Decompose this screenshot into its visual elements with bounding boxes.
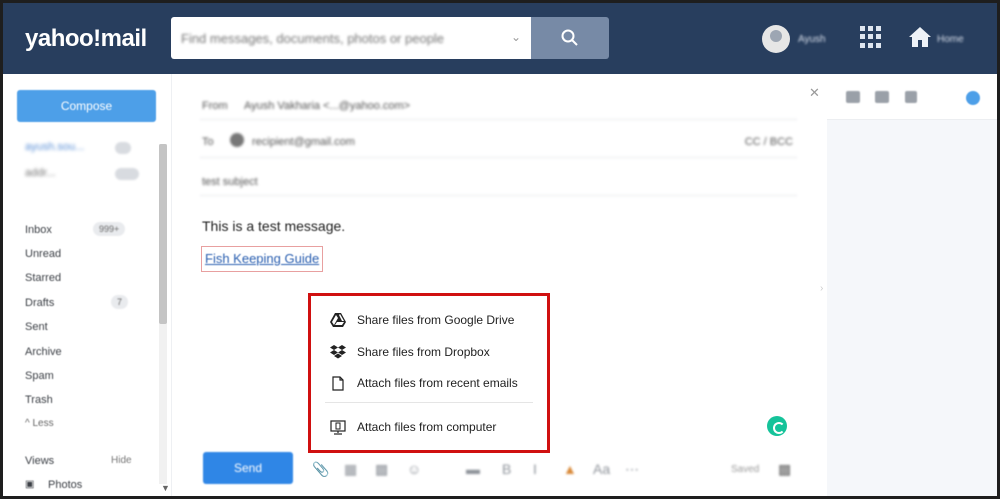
font-size-icon[interactable]: Aa xyxy=(593,461,610,477)
yahoo-mail-logo[interactable]: yahoo!mail xyxy=(25,25,147,53)
to-row[interactable]: To recipient@gmail.com CC / BCC xyxy=(200,126,797,158)
cc-bcc-toggle[interactable]: CC / BCC xyxy=(745,136,793,148)
app-window: yahoo!mail ⌄ Ayush Home Compose ayush.so… xyxy=(3,3,997,496)
trash-icon[interactable]: ▩ xyxy=(778,461,791,478)
from-value[interactable]: Ayush Vakharia <...@yahoo.com> xyxy=(244,100,410,112)
collapse-panel-arrow-icon[interactable]: › xyxy=(820,283,823,294)
to-recipient-chip[interactable]: recipient@gmail.com xyxy=(252,136,355,148)
menu-item-dropbox[interactable]: Share files from Dropbox xyxy=(329,341,490,363)
account-badge xyxy=(115,168,139,180)
menu-item-label: Attach files from recent emails xyxy=(357,376,518,390)
right-panel xyxy=(827,74,997,496)
document-icon xyxy=(329,374,347,392)
account-item[interactable]: addr... xyxy=(25,167,56,179)
subject-row[interactable]: test subject xyxy=(200,166,797,196)
subject-input[interactable]: test subject xyxy=(202,176,258,188)
sidebar-item-inbox[interactable]: Inbox xyxy=(25,224,52,236)
sidebar-scrollbar-thumb[interactable] xyxy=(159,144,167,324)
compose-button[interactable]: Compose xyxy=(17,90,156,122)
account-item[interactable]: ayush.sou... xyxy=(25,141,84,153)
dropbox-icon xyxy=(329,343,347,361)
to-label: To xyxy=(202,136,214,148)
sidebar-item-unread[interactable]: Unread xyxy=(25,248,61,260)
user-name[interactable]: Ayush xyxy=(798,34,826,45)
apps-grid-icon[interactable] xyxy=(860,26,882,48)
calendar-icon[interactable] xyxy=(875,91,889,103)
views-heading: Views xyxy=(25,455,55,467)
from-row[interactable]: From Ayush Vakharia <...@yahoo.com> xyxy=(200,90,797,120)
sidebar-item-drafts[interactable]: Drafts xyxy=(25,297,54,309)
italic-icon[interactable]: I xyxy=(533,461,537,477)
sidebar-item-archive[interactable]: Archive xyxy=(25,346,62,358)
menu-item-label: Share files from Dropbox xyxy=(357,345,490,359)
grammarly-icon[interactable] xyxy=(767,416,787,436)
home-icon[interactable] xyxy=(908,26,932,48)
menu-divider xyxy=(325,402,533,403)
close-icon[interactable]: ✕ xyxy=(809,85,820,101)
send-button[interactable]: Send xyxy=(203,452,293,484)
link-text[interactable]: Fish Keeping Guide xyxy=(205,251,319,266)
image-icon[interactable]: ▦ xyxy=(344,461,357,478)
recipient-avatar xyxy=(230,133,244,147)
notepad-icon[interactable] xyxy=(905,91,917,103)
scroll-down-arrow-icon[interactable]: ▼ xyxy=(161,483,170,493)
paperclip-icon[interactable]: 📎 xyxy=(312,461,329,478)
sidebar-item-spam[interactable]: Spam xyxy=(25,370,54,382)
link-icon[interactable]: ▬ xyxy=(466,461,480,477)
contacts-icon[interactable] xyxy=(846,91,860,103)
home-label[interactable]: Home xyxy=(937,34,964,45)
saved-status: Saved xyxy=(731,464,760,475)
search-box[interactable]: ⌄ xyxy=(171,17,531,59)
search-button[interactable] xyxy=(531,17,609,59)
chevron-down-icon[interactable]: ⌄ xyxy=(511,30,521,44)
menu-item-label: Share files from Google Drive xyxy=(357,313,515,327)
menu-item-google-drive[interactable]: Share files from Google Drive xyxy=(329,309,514,331)
sidebar: Compose ayush.sou... addr... Inbox 999+ … xyxy=(3,74,171,496)
google-drive-icon xyxy=(329,311,347,329)
photos-icon: ▣ xyxy=(25,479,35,490)
hide-views-link[interactable]: Hide xyxy=(111,455,132,466)
sticker-icon[interactable]: ▩ xyxy=(375,461,388,478)
emoji-icon[interactable]: ☺ xyxy=(407,461,421,477)
sidebar-item-photos[interactable]: Photos xyxy=(48,479,82,491)
less-toggle[interactable]: ^ Less xyxy=(25,418,54,429)
account-badge xyxy=(115,142,131,154)
text-color-icon[interactable]: ▲ xyxy=(563,461,577,477)
search-input[interactable] xyxy=(171,17,491,59)
message-body-text[interactable]: This is a test message. xyxy=(202,218,345,234)
sidebar-item-starred[interactable]: Starred xyxy=(25,272,61,284)
settings-icon[interactable] xyxy=(966,91,980,105)
inbox-count-badge: 999+ xyxy=(93,222,126,236)
attach-options-menu: Share files from Google Drive Share file… xyxy=(308,293,550,453)
sidebar-item-trash[interactable]: Trash xyxy=(25,394,53,406)
menu-item-recent-emails[interactable]: Attach files from recent emails xyxy=(329,372,518,394)
from-label: From xyxy=(202,100,228,112)
menu-item-label: Attach files from computer xyxy=(357,420,497,434)
more-options-icon[interactable]: ⋯ xyxy=(625,461,639,478)
computer-icon xyxy=(329,418,347,436)
search-icon xyxy=(561,29,578,46)
top-header: yahoo!mail ⌄ Ayush Home xyxy=(3,3,997,74)
menu-item-computer[interactable]: Attach files from computer xyxy=(329,416,496,438)
bold-icon[interactable]: B xyxy=(502,461,511,477)
avatar[interactable] xyxy=(762,25,790,53)
message-link[interactable]: Fish Keeping Guide xyxy=(201,246,324,272)
sidebar-item-sent[interactable]: Sent xyxy=(25,321,48,333)
drafts-count-badge: 7 xyxy=(111,295,129,309)
